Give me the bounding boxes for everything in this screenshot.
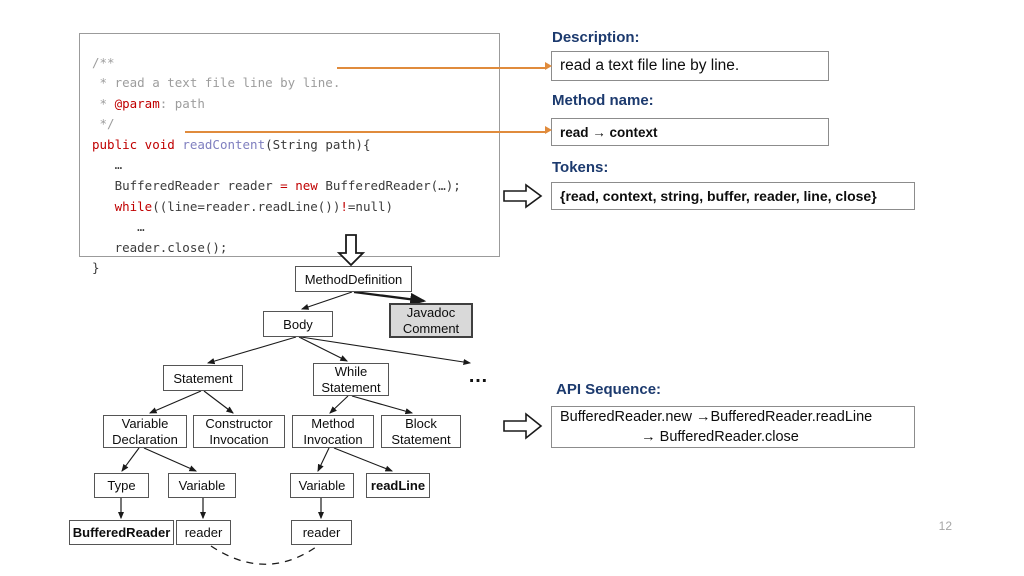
tree-node-method-definition: MethodDefinition (295, 266, 412, 292)
tree-node-label: Statement (173, 370, 233, 386)
tokens-heading: Tokens: (552, 159, 609, 176)
tree-node-label: BufferedReader (72, 525, 171, 540)
tree-node-variable-right: Variable (290, 473, 354, 498)
description-connector-arrowhead (545, 62, 552, 70)
tree-node-body: Body (263, 311, 333, 337)
tree-node-label: Body (283, 316, 313, 332)
tree-node-label: Variable (298, 478, 346, 493)
code-token: BufferedReader(…); (317, 178, 461, 194)
tree-node-while-statement: While Statement (313, 363, 389, 396)
method-name-heading: Method name: (552, 92, 654, 109)
tree-node-label: While Statement (321, 364, 381, 395)
code-token: reader.close(); (114, 239, 228, 255)
code-token: ! (340, 198, 348, 214)
tree-ellipsis: … (468, 365, 490, 387)
code-token: ((line=reader.readLine()) (152, 198, 341, 214)
description-heading: Description: (552, 29, 640, 46)
tree-node-variable-declaration: Variable Declaration (103, 415, 187, 448)
code-token: : path (159, 95, 205, 111)
tree-node-label: Type (107, 478, 136, 493)
slide-canvas: /** * read a text file line by line. * @… (0, 0, 1024, 576)
tokens-output-box: {read, context, string, buffer, reader, … (551, 182, 915, 210)
tree-node-label: Method Invocation (303, 416, 363, 447)
description-value: read a text file line by line. (560, 57, 740, 74)
tree-node-label: MethodDefinition (304, 271, 403, 287)
tokens-value: {read, context, string, buffer, reader, … (560, 188, 877, 204)
tree-node-javadoc-comment: Javadoc Comment (389, 303, 473, 338)
code-token: … (114, 157, 123, 173)
api-sequence-line-1: BufferedReader.new →BufferedReader.readL… (560, 409, 873, 425)
code-token: @param (114, 95, 160, 111)
api-sequence-line-2: → BufferedReader.close (641, 429, 799, 445)
tree-node-label: readLine (370, 478, 426, 493)
code-token: readContent (182, 136, 266, 152)
api-sequence-block-arrow-icon (503, 412, 543, 440)
method-name-output-box: read → context (551, 118, 829, 146)
code-token: BufferedReader reader (114, 178, 281, 194)
code-token: public void (92, 136, 183, 152)
tree-node-block-statement: Block Statement (381, 415, 461, 448)
tree-node-reader-leaf-left: reader (176, 520, 231, 545)
tree-node-label: Constructor Invocation (205, 416, 273, 447)
code-token: */ (92, 116, 115, 132)
code-token: = new (280, 178, 318, 194)
method-name-connector-arrowhead (545, 126, 552, 134)
code-token: * read a text file line by line. (92, 75, 341, 91)
code-token: while (114, 198, 153, 214)
code-token: /** (92, 54, 115, 70)
tokens-block-arrow-icon (503, 183, 543, 209)
tree-node-read-line: readLine (366, 473, 430, 498)
tree-node-reader-leaf-right: reader (291, 520, 352, 545)
tree-node-variable-left: Variable (168, 473, 236, 498)
description-output-box: read a text file line by line. (551, 51, 829, 81)
tree-node-method-invocation: Method Invocation (292, 415, 374, 448)
code-token: } (92, 260, 100, 276)
code-token: … (137, 219, 145, 235)
tree-node-label: reader (184, 525, 223, 540)
java-source-snippet: /** * read a text file line by line. * @… (80, 47, 499, 280)
api-sequence-heading: API Sequence: (556, 381, 662, 398)
tree-node-label: reader (302, 525, 341, 540)
code-token: * (92, 95, 115, 111)
description-connector-line (337, 67, 547, 69)
tree-node-label: Variable Declaration (112, 416, 178, 447)
method-name-connector-line (185, 131, 547, 133)
code-token: (String path){ (265, 136, 371, 152)
code-token: =null) (347, 198, 394, 214)
tree-node-buffered-reader-leaf: BufferedReader (69, 520, 174, 545)
api-sequence-output-box: BufferedReader.new →BufferedReader.readL… (551, 406, 915, 448)
tree-node-label: Variable (178, 478, 226, 493)
tree-node-constructor-invocation: Constructor Invocation (193, 415, 285, 448)
page-number: 12 (938, 519, 952, 533)
tree-node-type: Type (94, 473, 149, 498)
method-name-value: read → context (560, 124, 658, 140)
tree-node-statement: Statement (163, 365, 243, 391)
parse-block-arrow-icon (336, 234, 366, 266)
tree-node-label: Block Statement (391, 416, 451, 447)
tree-node-label: Javadoc Comment (402, 305, 460, 336)
